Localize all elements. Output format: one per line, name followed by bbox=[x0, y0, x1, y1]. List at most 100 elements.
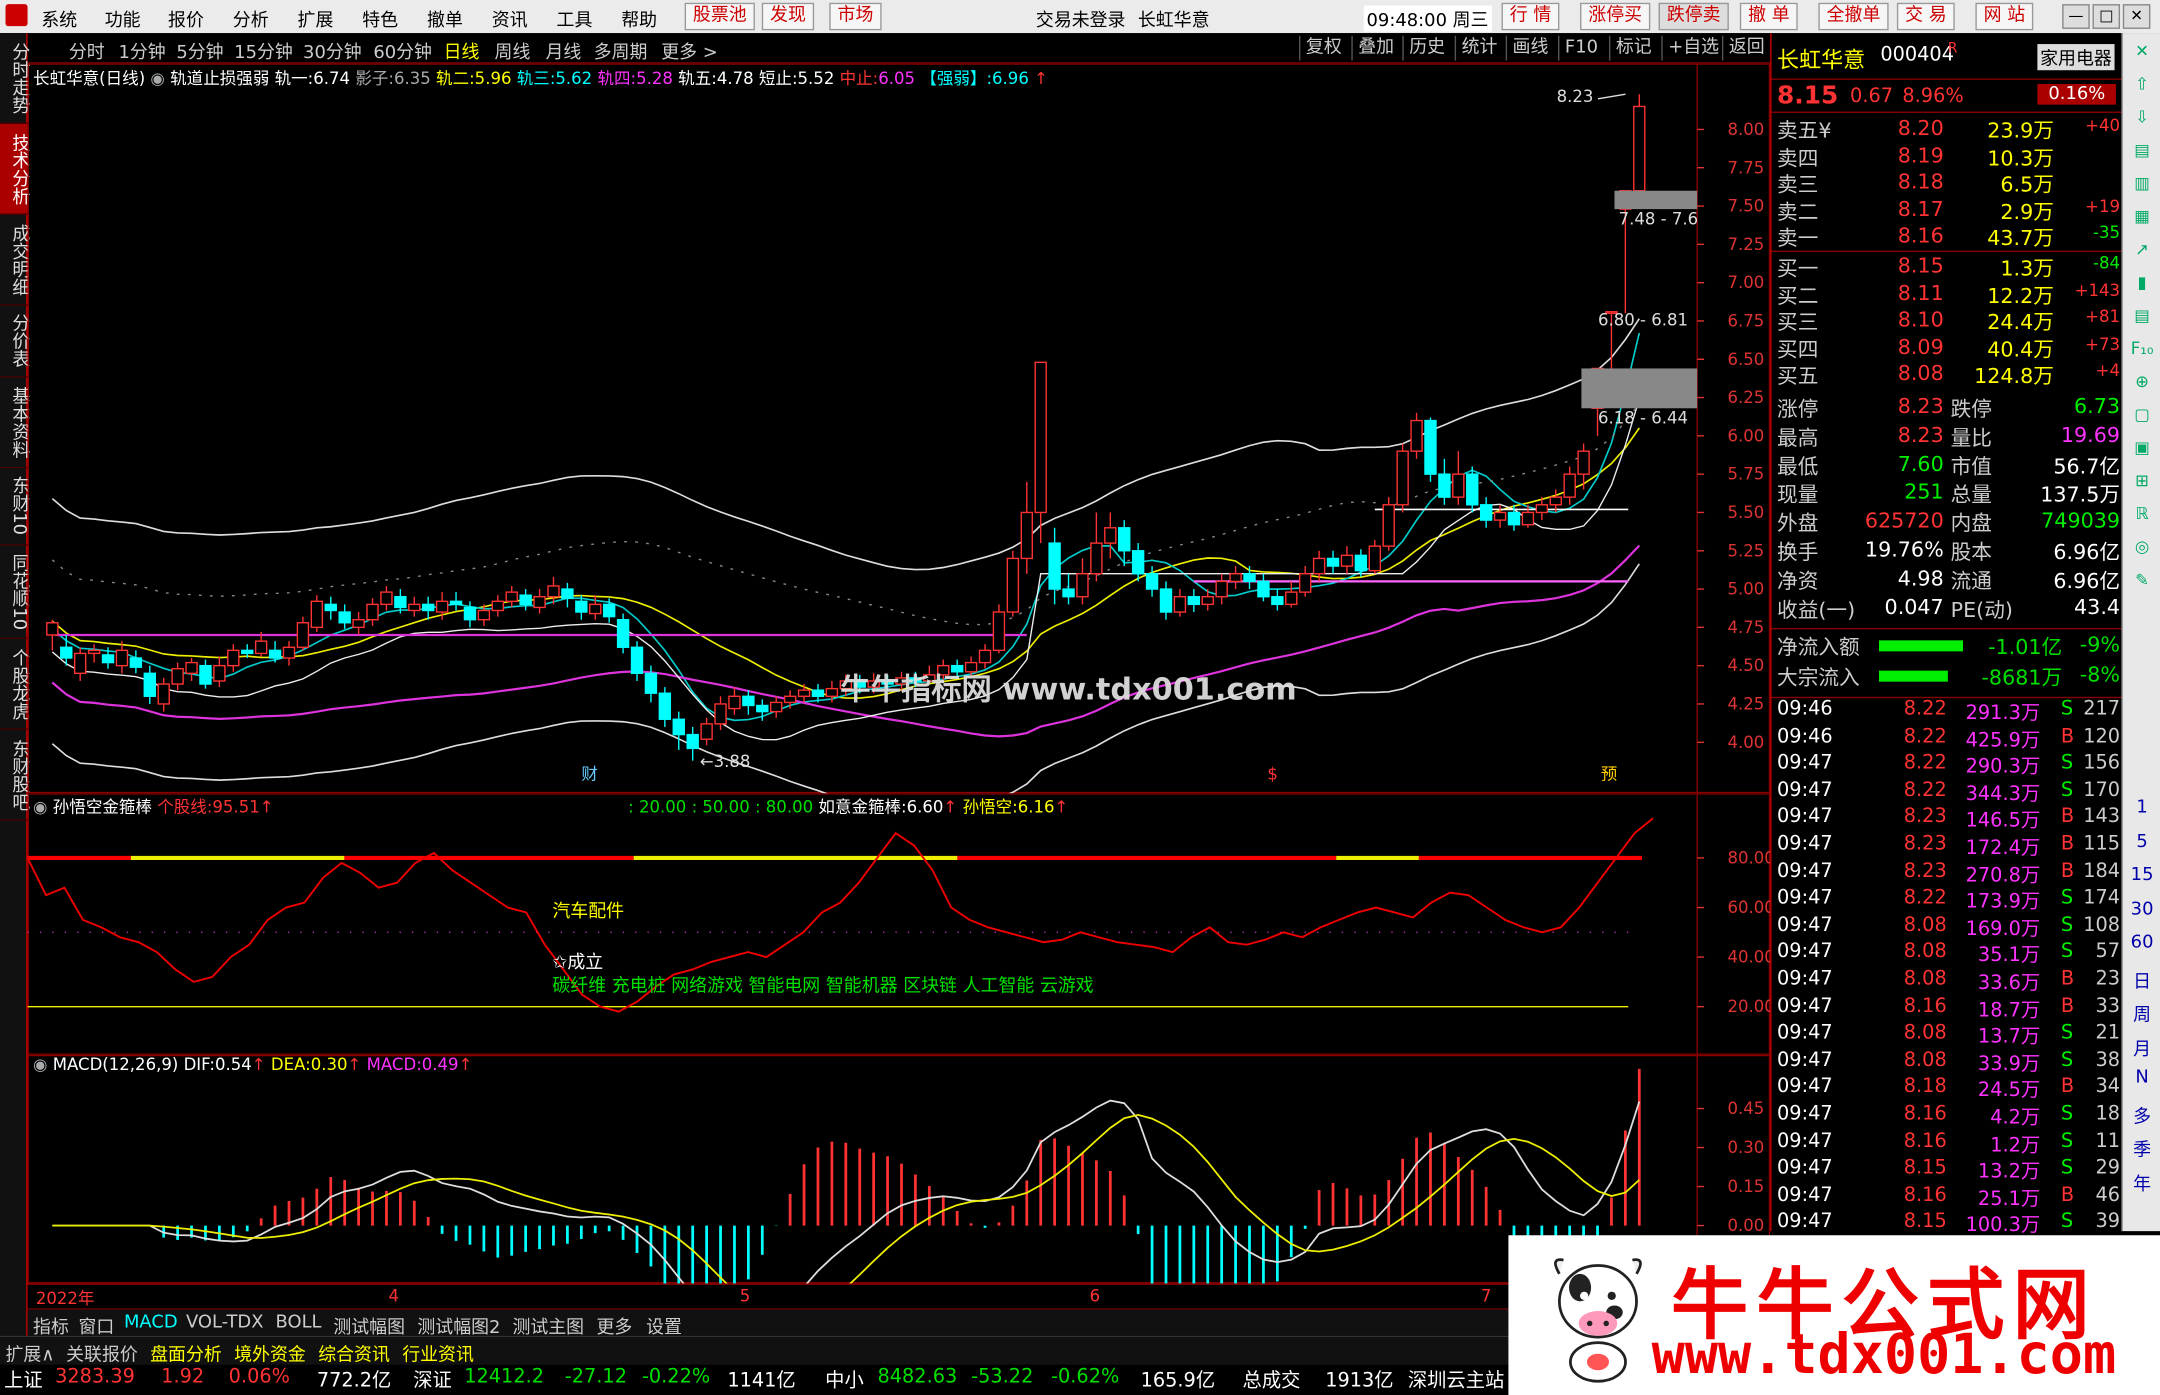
bid-row[interactable]: 买二 8.11 12.2万 +143 bbox=[1772, 280, 2123, 308]
ext-tab-market-analysis[interactable]: 盘面分析 bbox=[150, 1340, 222, 1366]
tab-discover[interactable]: 发现 bbox=[761, 2, 815, 31]
btab-settings[interactable]: 设置 bbox=[646, 1312, 682, 1339]
ask-row[interactable]: 卖二 8.17 2.9万 +19 bbox=[1772, 197, 2123, 225]
toolbar-mark[interactable]: 标记 bbox=[1608, 35, 1657, 61]
period-weekly[interactable]: 周线 bbox=[495, 37, 531, 64]
sub1-settings-icon[interactable]: ◉ bbox=[33, 797, 53, 816]
website-button[interactable]: 网 站 bbox=[1975, 2, 2034, 31]
period-shortcut-10[interactable]: 季 bbox=[2128, 1135, 2156, 1161]
close-icon[interactable]: ✕ bbox=[2128, 41, 2156, 66]
left-tab-technical[interactable]: 技术分析 bbox=[0, 123, 29, 215]
btab-test-main[interactable]: 测试主图 bbox=[512, 1312, 584, 1339]
btab-indicator[interactable]: 指标 bbox=[33, 1312, 69, 1339]
toolbar-back[interactable]: 返回 bbox=[1721, 35, 1770, 61]
maximize-button[interactable]: □ bbox=[2092, 4, 2121, 29]
toolbar-f10[interactable]: F10 bbox=[1558, 35, 1604, 61]
left-tab-eastmoney[interactable]: 东财10 bbox=[0, 468, 29, 546]
ask-row[interactable]: 卖五¥ 8.20 23.9万 +40 bbox=[1772, 116, 2123, 144]
menu-item-function[interactable]: 功能 bbox=[105, 6, 141, 32]
sub1-name[interactable]: 孙悟空金箍棒 bbox=[53, 797, 152, 816]
btab-window[interactable]: 窗口 bbox=[79, 1312, 115, 1339]
list-icon[interactable]: ▤ bbox=[2128, 140, 2156, 165]
period-shortcut-9[interactable]: 多 bbox=[2128, 1101, 2156, 1127]
ext-tab-expand[interactable]: 扩展∧ bbox=[6, 1340, 55, 1366]
ask-row[interactable]: 卖一 8.16 43.7万 -35 bbox=[1772, 224, 2123, 252]
zoom-in-icon[interactable]: ⊕ bbox=[2128, 372, 2156, 397]
limit-up-buy-button[interactable]: 涨停买 bbox=[1580, 2, 1651, 31]
period-30min[interactable]: 30分钟 bbox=[303, 37, 362, 64]
btab-vol[interactable]: VOL-TDX bbox=[186, 1312, 264, 1333]
sub2-settings-icon[interactable]: ◉ bbox=[33, 1055, 53, 1074]
limit-down-sell-button[interactable]: 跌停卖 bbox=[1658, 2, 1729, 31]
trade-button[interactable]: 交 易 bbox=[1896, 2, 1955, 31]
menu-item-news[interactable]: 资讯 bbox=[492, 6, 528, 32]
toolbar-history[interactable]: 历史 bbox=[1402, 35, 1450, 61]
period-multi[interactable]: 多周期 bbox=[594, 37, 648, 64]
down-arrow-icon[interactable]: ⇩ bbox=[2128, 107, 2156, 132]
toolbar-draw[interactable]: 画线 bbox=[1505, 35, 1554, 61]
trend-icon[interactable]: ↗ bbox=[2128, 240, 2156, 265]
left-tab-dragon-tiger[interactable]: 个股龙虎 bbox=[0, 639, 29, 730]
btab-boll[interactable]: BOLL bbox=[276, 1312, 322, 1333]
toolbar-stats[interactable]: 统计 bbox=[1454, 35, 1503, 61]
period-60min[interactable]: 60分钟 bbox=[373, 37, 432, 64]
period-shortcut-3[interactable]: 30 bbox=[2128, 899, 2156, 924]
period-timeshare[interactable]: 分时 bbox=[69, 37, 105, 64]
bid-row[interactable]: 买五 8.08 124.8万 +4 bbox=[1772, 361, 2123, 389]
bar-icon[interactable]: ▮ bbox=[2128, 273, 2156, 298]
bid-row[interactable]: 买一 8.15 1.3万 -84 bbox=[1772, 253, 2123, 281]
period-shortcut-1[interactable]: 5 bbox=[2128, 831, 2156, 856]
rsi-icon[interactable]: ℝ bbox=[2128, 504, 2156, 529]
ext-tab-industry[interactable]: 行业资讯 bbox=[402, 1340, 474, 1366]
period-shortcut-0[interactable]: 1 bbox=[2128, 797, 2156, 822]
menu-item-extend[interactable]: 扩展 bbox=[298, 6, 334, 32]
swk-indicator-chart[interactable]: 80.00 60.00 40.00 20.00 bbox=[27, 793, 1771, 1055]
period-15min[interactable]: 15分钟 bbox=[234, 37, 293, 64]
toolbar-add-watch[interactable]: +自选 bbox=[1661, 35, 1724, 61]
tab-stock-pool[interactable]: 股票池 bbox=[684, 2, 755, 31]
period-1min[interactable]: 1分钟 bbox=[118, 37, 165, 64]
btab-test2[interactable]: 测试幅图2 bbox=[417, 1312, 500, 1339]
period-shortcut-7[interactable]: 月 bbox=[2128, 1034, 2156, 1060]
btab-macd[interactable]: MACD bbox=[124, 1312, 178, 1333]
toolbar-overlay[interactable]: 叠加 bbox=[1351, 35, 1399, 61]
period-monthly[interactable]: 月线 bbox=[546, 37, 582, 64]
menu-item-analysis[interactable]: 分析 bbox=[233, 6, 269, 32]
period-shortcut-2[interactable]: 15 bbox=[2128, 865, 2156, 890]
minimize-button[interactable]: — bbox=[2062, 4, 2090, 29]
period-shortcut-8[interactable]: N bbox=[2128, 1067, 2156, 1092]
cancel-order-button[interactable]: 撤 单 bbox=[1739, 2, 1798, 31]
period-daily[interactable]: 日线 bbox=[444, 37, 480, 64]
tab-market[interactable]: 市场 bbox=[829, 2, 882, 31]
window-icon[interactable]: ▢ bbox=[2128, 405, 2156, 430]
layout-icon[interactable]: ⊞ bbox=[2128, 471, 2156, 496]
pencil-icon[interactable]: ✎ bbox=[2128, 570, 2156, 595]
quote-industry[interactable]: 家用电器 bbox=[2037, 44, 2115, 71]
up-arrow-icon[interactable]: ⇧ bbox=[2128, 74, 2156, 99]
left-tab-profile[interactable]: 基本资料 bbox=[0, 377, 29, 469]
btab-more[interactable]: 更多 bbox=[596, 1312, 632, 1339]
period-5min[interactable]: 5分钟 bbox=[176, 37, 223, 64]
menu-item-tools[interactable]: 工具 bbox=[557, 6, 593, 32]
period-shortcut-4[interactable]: 60 bbox=[2128, 932, 2156, 957]
ext-tab-related[interactable]: 关联报价 bbox=[66, 1340, 138, 1366]
bid-row[interactable]: 买四 8.09 40.4万 +73 bbox=[1772, 334, 2123, 362]
left-tab-forum[interactable]: 东财股吧 bbox=[0, 730, 29, 821]
menu-item-feature[interactable]: 特色 bbox=[362, 6, 398, 32]
left-tab-price-table[interactable]: 分价表 bbox=[0, 306, 29, 378]
macd-name[interactable]: MACD(12,26,9) bbox=[53, 1055, 179, 1074]
period-shortcut-11[interactable]: 年 bbox=[2128, 1168, 2156, 1195]
split-icon[interactable]: ▣ bbox=[2128, 438, 2156, 463]
target-icon[interactable]: ◎ bbox=[2128, 537, 2156, 562]
menu-item-cancel[interactable]: 撤单 bbox=[427, 6, 463, 32]
ext-tab-foreign-capital[interactable]: 境外资金 bbox=[234, 1340, 306, 1366]
period-shortcut-5[interactable]: 日 bbox=[2128, 966, 2156, 993]
ext-tab-news[interactable]: 综合资讯 bbox=[318, 1340, 390, 1366]
left-tab-timeshare[interactable]: 分时走势 bbox=[0, 33, 29, 124]
ask-row[interactable]: 卖四 8.19 10.3万 bbox=[1772, 143, 2123, 171]
left-tab-ths[interactable]: 同花顺10 bbox=[0, 545, 29, 639]
report-icon[interactable]: ▤ bbox=[2128, 306, 2156, 331]
close-button[interactable]: ✕ bbox=[2122, 4, 2151, 29]
table-icon[interactable]: ▥ bbox=[2128, 174, 2156, 199]
period-more[interactable]: 更多 > bbox=[661, 37, 718, 64]
